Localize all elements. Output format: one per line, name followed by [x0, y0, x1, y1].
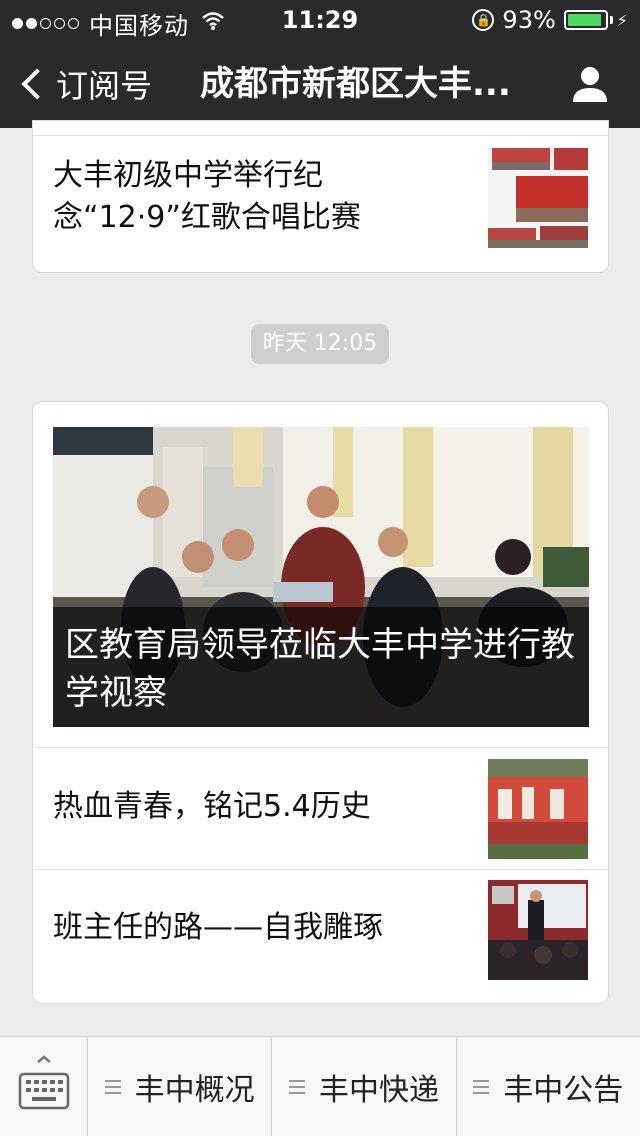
menu-item-notice[interactable]: 丰中公告: [457, 1037, 640, 1136]
page-title: 成都市新都区大丰...: [200, 64, 511, 104]
menu-list-icon: [104, 1080, 121, 1094]
menu-item-label: 丰中概况: [134, 1073, 255, 1108]
status-bar: 中国移动 11:29 🔒 93% ⚡: [0, 0, 640, 40]
cover-title: 区教育局领导莅临大丰中学进行教学视察: [53, 607, 589, 727]
back-button[interactable]: 订阅号: [18, 40, 152, 128]
top-bar: 中国移动 11:29 🔒 93% ⚡ 订阅号 成都市新都区大丰...: [0, 0, 640, 128]
profile-button[interactable]: [570, 64, 610, 104]
article-title: 热血青春，铭记5.4历史: [53, 789, 371, 824]
article-thumbnail: [488, 880, 588, 980]
message-timestamp: 昨天 12:05: [251, 324, 389, 364]
back-label: 订阅号: [56, 67, 153, 105]
menu-item-overview[interactable]: 丰中概况: [88, 1037, 273, 1136]
nav-bar: 订阅号 成都市新都区大丰...: [0, 40, 640, 128]
bottom-menu: 丰中概况 丰中快递 丰中公告: [0, 1036, 640, 1136]
menu-item-label: 丰中公告: [503, 1073, 624, 1108]
keyboard-toggle-button[interactable]: [0, 1037, 88, 1136]
article-card[interactable]: 大丰初级中学举行纪念“12·9”红歌合唱比赛: [32, 120, 609, 273]
article-thumbnail: [488, 148, 588, 248]
status-right: 🔒 93% ⚡: [472, 6, 628, 34]
cover-article[interactable]: 区教育局领导莅临大丰中学进行教学视察: [53, 427, 589, 727]
article-list-item[interactable]: 班主任的路——自我雕琢: [33, 870, 608, 1004]
article-thumbnail: [488, 759, 588, 859]
rotation-lock-icon: 🔒: [472, 9, 495, 31]
menu-list-icon: [473, 1080, 490, 1094]
battery-percent: 93%: [502, 6, 556, 34]
article-title: 班主任的路——自我雕琢: [53, 910, 383, 945]
menu-list-icon: [288, 1080, 305, 1094]
user-icon: [573, 67, 607, 102]
article-group-card: 区教育局领导莅临大丰中学进行教学视察 热血青春，铭记5.4历史 班主任的路——自…: [32, 401, 609, 1004]
article-title: 大丰初级中学举行纪念“12·9”红歌合唱比赛: [53, 158, 361, 235]
divider: [33, 135, 608, 136]
menu-item-label: 丰中快递: [318, 1073, 439, 1108]
chevron-left-icon: [21, 68, 53, 100]
battery-icon: ⚡: [563, 10, 628, 30]
keyboard-icon: [18, 1055, 70, 1110]
menu-item-express[interactable]: 丰中快递: [272, 1037, 457, 1136]
article-list-item[interactable]: 热血青春，铭记5.4历史: [33, 748, 608, 869]
charging-icon: ⚡: [616, 10, 628, 30]
